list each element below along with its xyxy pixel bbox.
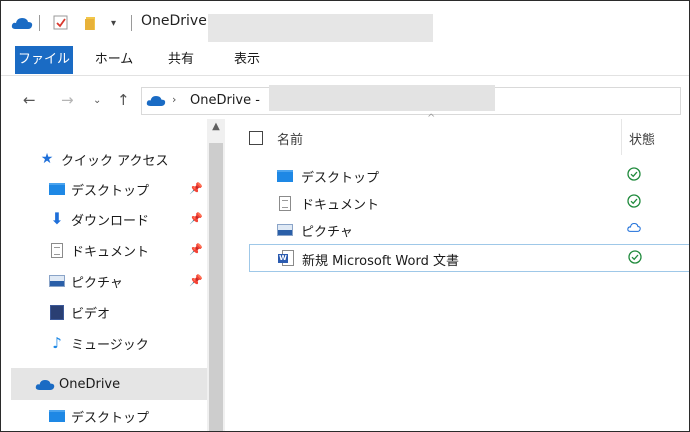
file-name: デスクトップ <box>301 171 380 186</box>
nav-item-videos[interactable]: ビデオ <box>47 299 110 325</box>
pin-icon[interactable]: 📌 <box>189 182 203 195</box>
nav-item-label: デスクトップ <box>71 183 150 199</box>
synced-check-icon <box>628 250 642 268</box>
pictures-icon <box>275 222 295 238</box>
file-name: ピクチャ <box>301 225 353 240</box>
documents-icon <box>275 195 295 211</box>
pin-icon[interactable]: 📌 <box>189 243 203 256</box>
new-folder-icon[interactable] <box>83 13 99 33</box>
star-icon: ★ <box>40 151 54 167</box>
back-arrow-icon[interactable]: ← <box>23 91 36 109</box>
nav-item-label: ビデオ <box>71 306 111 322</box>
nav-item-onedrive[interactable]: OneDrive <box>35 371 120 397</box>
synced-check-icon <box>627 167 641 185</box>
nav-item-downloads[interactable]: ⬇ ダウンロード <box>47 206 149 232</box>
pin-icon[interactable]: 📌 <box>189 212 203 225</box>
nav-item-music[interactable]: ♪ ミュージック <box>47 330 149 356</box>
up-arrow-icon[interactable]: ↑ <box>117 91 130 109</box>
properties-checkbox-icon[interactable] <box>53 13 69 33</box>
nav-item-label: デスクトップ <box>71 410 150 426</box>
sort-ascending-icon: ^ <box>427 113 436 124</box>
tab-share[interactable]: 共有 <box>153 46 209 74</box>
file-row-word-document[interactable]: W 新規 Microsoft Word 文書 <box>249 244 689 272</box>
address-path: OneDrive - <box>190 93 260 108</box>
nav-item-label: ミュージック <box>71 337 149 353</box>
nav-item-documents[interactable]: ドキュメント <box>47 237 149 263</box>
synced-check-icon <box>627 194 641 212</box>
window-title: OneDrive <box>141 13 207 29</box>
documents-icon <box>47 242 67 258</box>
forward-arrow-icon[interactable]: → <box>61 91 74 109</box>
nav-item-label: ドキュメント <box>71 244 150 260</box>
nav-item-desktop[interactable]: デスクトップ <box>47 176 149 202</box>
file-row-desktop[interactable]: デスクトップ <box>249 164 689 188</box>
nav-item-onedrive-desktop[interactable]: デスクトップ <box>47 403 149 429</box>
address-onedrive-icon <box>146 94 166 111</box>
file-row-pictures[interactable]: ピクチャ <box>249 218 689 242</box>
nav-item-pictures[interactable]: ピクチャ <box>47 268 123 294</box>
nav-scrollbar-thumb[interactable] <box>209 143 223 431</box>
desktop-folder-icon <box>47 181 67 197</box>
file-row-documents[interactable]: ドキュメント <box>249 191 689 215</box>
cloud-status-icon <box>627 221 641 237</box>
nav-scroll-up-icon[interactable]: ▲ <box>207 121 225 141</box>
onedrive-cloud-icon <box>35 376 55 392</box>
videos-icon <box>47 304 67 320</box>
address-redacted-area <box>269 85 495 111</box>
nav-item-label: ピクチャ <box>71 275 123 291</box>
nav-item-label: ダウンロード <box>71 213 150 229</box>
nav-item-label: クイック アクセス <box>61 153 169 169</box>
ribbon-tabs: ファイル ホーム 共有 表示 <box>1 46 689 76</box>
file-name: ドキュメント <box>301 198 380 213</box>
tab-home[interactable]: ホーム <box>85 46 143 74</box>
title-separator-2 <box>131 15 132 31</box>
music-icon: ♪ <box>52 333 62 352</box>
explorer-window: ▾ OneDrive ファイル ホーム 共有 表示 ← → ⌄ ↑ › OneD… <box>0 0 690 432</box>
breadcrumb-chevron-icon[interactable]: › <box>172 93 176 106</box>
select-all-checkbox[interactable] <box>249 131 263 145</box>
desktop-folder-icon <box>275 168 295 184</box>
column-header-status[interactable]: 状態 <box>629 129 655 148</box>
word-document-icon: W <box>276 250 296 266</box>
tab-file[interactable]: ファイル <box>15 46 73 74</box>
title-separator <box>39 15 40 31</box>
download-icon: ⬇ <box>50 209 64 228</box>
nav-item-label: OneDrive <box>59 376 121 392</box>
pin-icon[interactable]: 📌 <box>189 274 203 287</box>
nav-item-quick-access[interactable]: ★ クイック アクセス <box>37 146 169 172</box>
customize-quick-access-icon[interactable]: ▾ <box>111 13 116 33</box>
desktop-folder-icon <box>47 408 67 424</box>
file-name: 新規 Microsoft Word 文書 <box>302 254 459 269</box>
tab-view[interactable]: 表示 <box>219 46 275 74</box>
pictures-icon <box>47 273 67 289</box>
title-redacted-area <box>208 14 433 42</box>
recent-locations-chevron-icon[interactable]: ⌄ <box>93 95 101 106</box>
title-bar: ▾ OneDrive <box>1 1 689 42</box>
column-divider[interactable] <box>621 119 622 155</box>
onedrive-cloud-icon <box>11 13 33 33</box>
column-header-name[interactable]: 名前 <box>277 129 303 148</box>
